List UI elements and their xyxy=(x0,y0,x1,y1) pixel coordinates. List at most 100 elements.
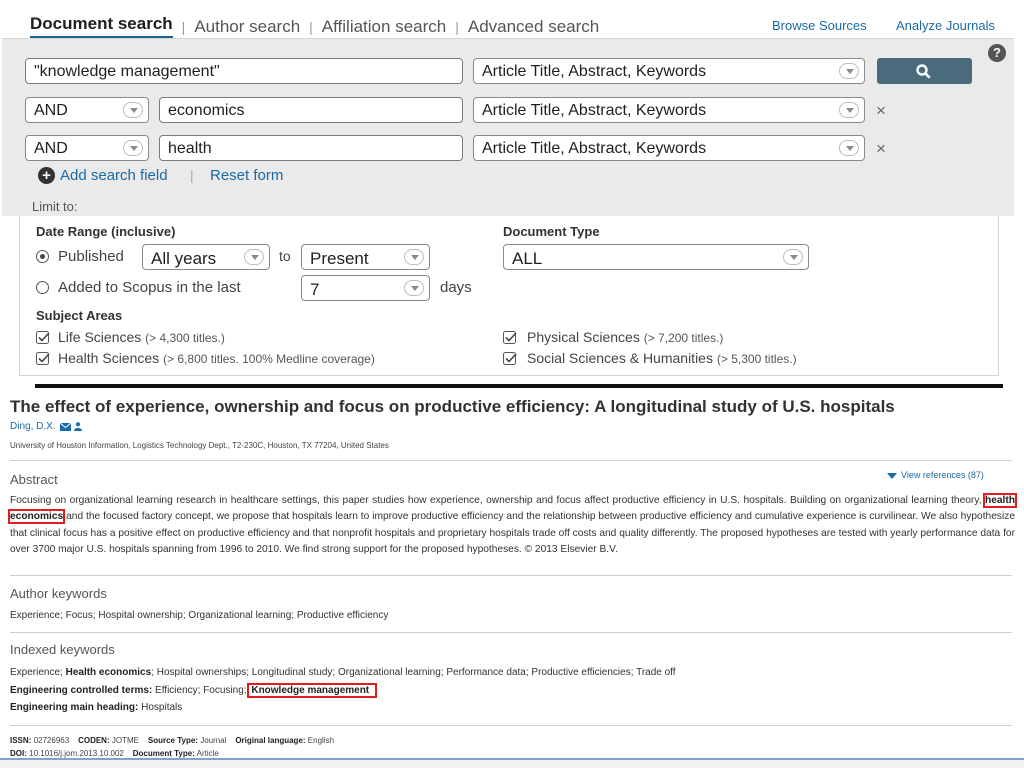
search-field-select-2-value: Article Title, Abstract, Keywords xyxy=(482,102,707,119)
author-keywords-heading: Author keywords xyxy=(10,586,107,601)
search-field-select-1-value: Article Title, Abstract, Keywords xyxy=(482,63,707,80)
author-link[interactable]: Ding, D.X. xyxy=(10,421,56,432)
main-heading-label: Engineering main heading: xyxy=(10,702,139,713)
added-days-select[interactable]: 7 xyxy=(301,275,430,301)
controlled-terms-label: Engineering controlled terms: xyxy=(10,685,153,696)
coden-label: CODEN: xyxy=(78,736,110,745)
checkbox-social-sciences[interactable] xyxy=(503,352,518,365)
search-field-select-1[interactable]: Article Title, Abstract, Keywords xyxy=(473,58,865,84)
indexed-keywords-heading: Indexed keywords xyxy=(10,642,115,657)
remove-field-icon[interactable]: × xyxy=(876,139,886,159)
add-search-field-button[interactable]: + Add search field xyxy=(38,167,168,184)
boolean-operator-select-3-value: AND xyxy=(34,140,68,157)
chevron-down-icon xyxy=(123,102,143,118)
keyword-bold: Health economics xyxy=(65,667,152,678)
keyword-part: Experience; xyxy=(10,667,63,678)
checkbox-physical-sciences[interactable] xyxy=(503,331,518,344)
document-type-select[interactable]: ALL xyxy=(503,244,809,270)
chevron-down-icon xyxy=(404,249,424,265)
metadata-line-2: DOI: 10.1016/j.jom.2013.10.002 Document … xyxy=(10,749,219,758)
days-label: days xyxy=(440,279,472,296)
published-from-select[interactable]: All years xyxy=(142,244,270,270)
search-term-input-1[interactable]: "knowledge management" xyxy=(25,58,463,84)
source-type-value: Journal xyxy=(200,736,227,745)
help-icon[interactable]: ? xyxy=(988,44,1006,62)
author-keywords-text: Experience; Focus; Hospital ownership; O… xyxy=(10,610,389,621)
chevron-down-icon xyxy=(839,140,859,156)
added-days-value: 7 xyxy=(310,280,320,299)
chevron-down-icon xyxy=(839,63,859,79)
subject-name: Health Sciences xyxy=(58,350,160,366)
tab-separator: | xyxy=(309,18,313,35)
added-to-scopus-label: Added to Scopus in the last xyxy=(58,279,241,296)
limit-to-label: Limit to: xyxy=(32,199,78,214)
added-to-scopus-radio[interactable] xyxy=(36,281,49,294)
subject-name: Life Sciences xyxy=(58,329,142,345)
view-references-link[interactable]: View references (87) xyxy=(887,470,984,480)
subject-note: (> 6,800 titles. 100% Medline coverage) xyxy=(163,352,375,366)
coden-value: JOTME xyxy=(111,736,139,745)
remove-field-icon[interactable]: × xyxy=(876,101,886,121)
document-title: The effect of experience, ownership and … xyxy=(10,397,895,416)
chevron-down-icon xyxy=(783,249,803,265)
tab-advanced-search[interactable]: Advanced search xyxy=(468,17,599,37)
person-icon[interactable] xyxy=(73,422,82,431)
main-heading-value: Hospitals xyxy=(141,702,183,713)
chevron-down-icon xyxy=(244,249,264,265)
doi-label: DOI: xyxy=(10,749,27,758)
email-icon[interactable] xyxy=(59,422,71,431)
divider xyxy=(10,725,1012,726)
tab-separator: | xyxy=(181,18,186,35)
document-type-label: Document Type xyxy=(503,224,600,239)
doi-value[interactable]: 10.1016/j.jom.2013.10.002 xyxy=(29,749,124,758)
view-references-label: View references (87) xyxy=(901,470,984,480)
keyword-part: ; Hospital ownerships; Longitudinal stud… xyxy=(151,667,676,678)
analyze-journals-link[interactable]: Analyze Journals xyxy=(896,18,995,33)
search-term-input-2[interactable]: economics xyxy=(159,97,463,123)
subject-name: Physical Sciences xyxy=(527,329,640,345)
abstract-text: Focusing on organizational learning rese… xyxy=(8,492,1017,558)
subject-areas-label: Subject Areas xyxy=(36,308,123,323)
checkbox-life-sciences[interactable] xyxy=(36,331,51,344)
divider xyxy=(10,632,1012,633)
tab-document-search[interactable]: Document search xyxy=(30,14,173,39)
checkbox-health-sciences[interactable] xyxy=(36,352,51,365)
date-range-label: Date Range (inclusive) xyxy=(36,224,176,239)
subject-note: (> 4,300 titles.) xyxy=(145,331,225,345)
boolean-operator-select-2-value: AND xyxy=(34,102,68,119)
add-search-field-label: Add search field xyxy=(60,167,168,184)
tab-affiliation-search[interactable]: Affiliation search xyxy=(322,17,446,37)
metadata-line-1: ISSN: 02726963 CODEN: JOTME Source Type:… xyxy=(10,736,334,745)
document-type-meta-label: Document Type: xyxy=(132,749,195,758)
published-radio[interactable] xyxy=(36,250,49,263)
tab-author-search[interactable]: Author search xyxy=(194,17,300,37)
document-type-meta-value: Article xyxy=(196,749,219,758)
search-field-select-3[interactable]: Article Title, Abstract, Keywords xyxy=(473,135,865,161)
to-label: to xyxy=(279,248,291,264)
boolean-operator-select-2[interactable]: AND xyxy=(25,97,149,123)
divider xyxy=(10,460,1012,461)
search-button[interactable] xyxy=(877,58,972,84)
reset-form-link[interactable]: Reset form xyxy=(210,167,283,184)
subject-note: (> 7,200 titles.) xyxy=(643,331,724,345)
highlight-knowledge-management: Knowledge management xyxy=(247,683,378,698)
triangle-down-icon xyxy=(887,472,897,479)
bottom-scroll-bar[interactable] xyxy=(0,758,1024,768)
subject-physical-sciences: Physical Sciences (> 7,200 titles.) xyxy=(527,329,723,345)
boolean-operator-select-3[interactable]: AND xyxy=(25,135,149,161)
divider xyxy=(10,575,1012,576)
chevron-down-icon xyxy=(404,280,424,296)
search-term-input-3[interactable]: health xyxy=(159,135,463,161)
search-field-select-2[interactable]: Article Title, Abstract, Keywords xyxy=(473,97,865,123)
search-icon xyxy=(916,64,931,79)
language-value: English xyxy=(307,736,335,745)
published-to-select[interactable]: Present xyxy=(301,244,430,270)
subject-life-sciences: Life Sciences (> 4,300 titles.) xyxy=(58,329,225,345)
issn-label: ISSN: xyxy=(10,736,32,745)
tab-row: Document search | Author search | Affili… xyxy=(30,14,599,39)
subject-health-sciences: Health Sciences (> 6,800 titles. 100% Me… xyxy=(58,350,375,366)
document-type-value: ALL xyxy=(512,249,543,268)
browse-sources-link[interactable]: Browse Sources xyxy=(772,18,867,33)
chevron-down-icon xyxy=(839,102,859,118)
section-divider xyxy=(35,384,1003,388)
